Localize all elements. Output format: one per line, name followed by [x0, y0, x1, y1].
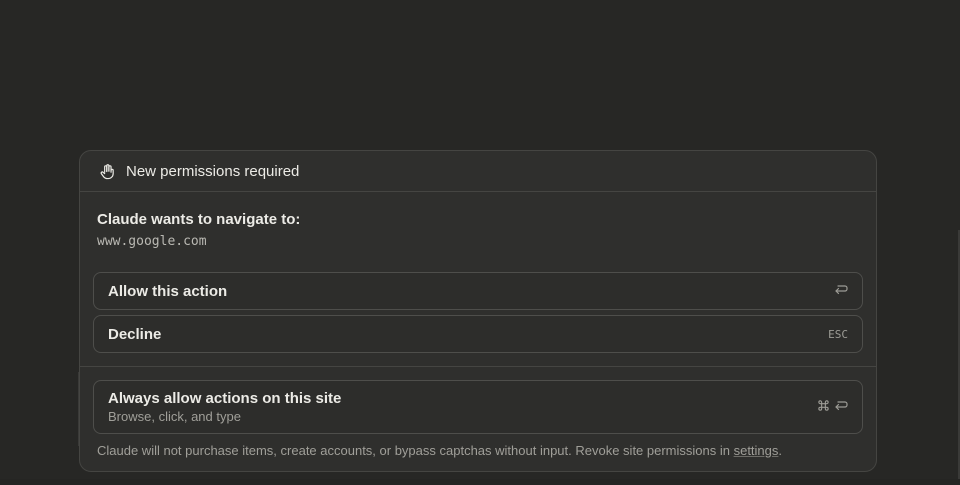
command-icon — [817, 399, 830, 415]
permission-dialog: New permissions required Claude wants to… — [79, 150, 877, 472]
settings-link[interactable]: settings — [734, 443, 779, 458]
dialog-header: New permissions required — [80, 151, 876, 192]
decline-button[interactable]: Decline ESC — [93, 315, 863, 353]
section-divider — [80, 366, 876, 367]
always-allow-sublabel: Browse, click, and type — [108, 408, 241, 424]
hand-icon — [98, 162, 116, 180]
allow-shortcut — [834, 284, 848, 299]
allow-action-label: Allow this action — [108, 282, 228, 300]
always-allow-label: Always allow actions on this site — [108, 389, 342, 407]
allow-action-button[interactable]: Allow this action — [93, 272, 863, 310]
allow-action-text: Allow this action — [108, 282, 834, 301]
always-allow-text: Always allow actions on this site Browse… — [108, 389, 817, 426]
decline-label: Decline — [108, 325, 162, 343]
navigation-request: Claude wants to navigate to: www.google.… — [80, 192, 876, 252]
decline-text: Decline — [108, 325, 828, 344]
always-allow-shortcut — [817, 399, 848, 415]
background-strip — [0, 479, 960, 485]
footer-note-text: Claude will not purchase items, create a… — [97, 443, 734, 458]
return-icon — [834, 400, 848, 415]
request-url: www.google.com — [97, 234, 207, 249]
return-icon — [834, 284, 848, 299]
always-allow-button[interactable]: Always allow actions on this site Browse… — [93, 380, 863, 434]
footer-note-end: . — [778, 443, 783, 458]
request-label: Claude wants to navigate to: — [97, 211, 301, 228]
footer-note: Claude will not purchase items, create a… — [97, 443, 782, 458]
dialog-title: New permissions required — [126, 162, 300, 180]
esc-shortcut: ESC — [828, 327, 848, 341]
